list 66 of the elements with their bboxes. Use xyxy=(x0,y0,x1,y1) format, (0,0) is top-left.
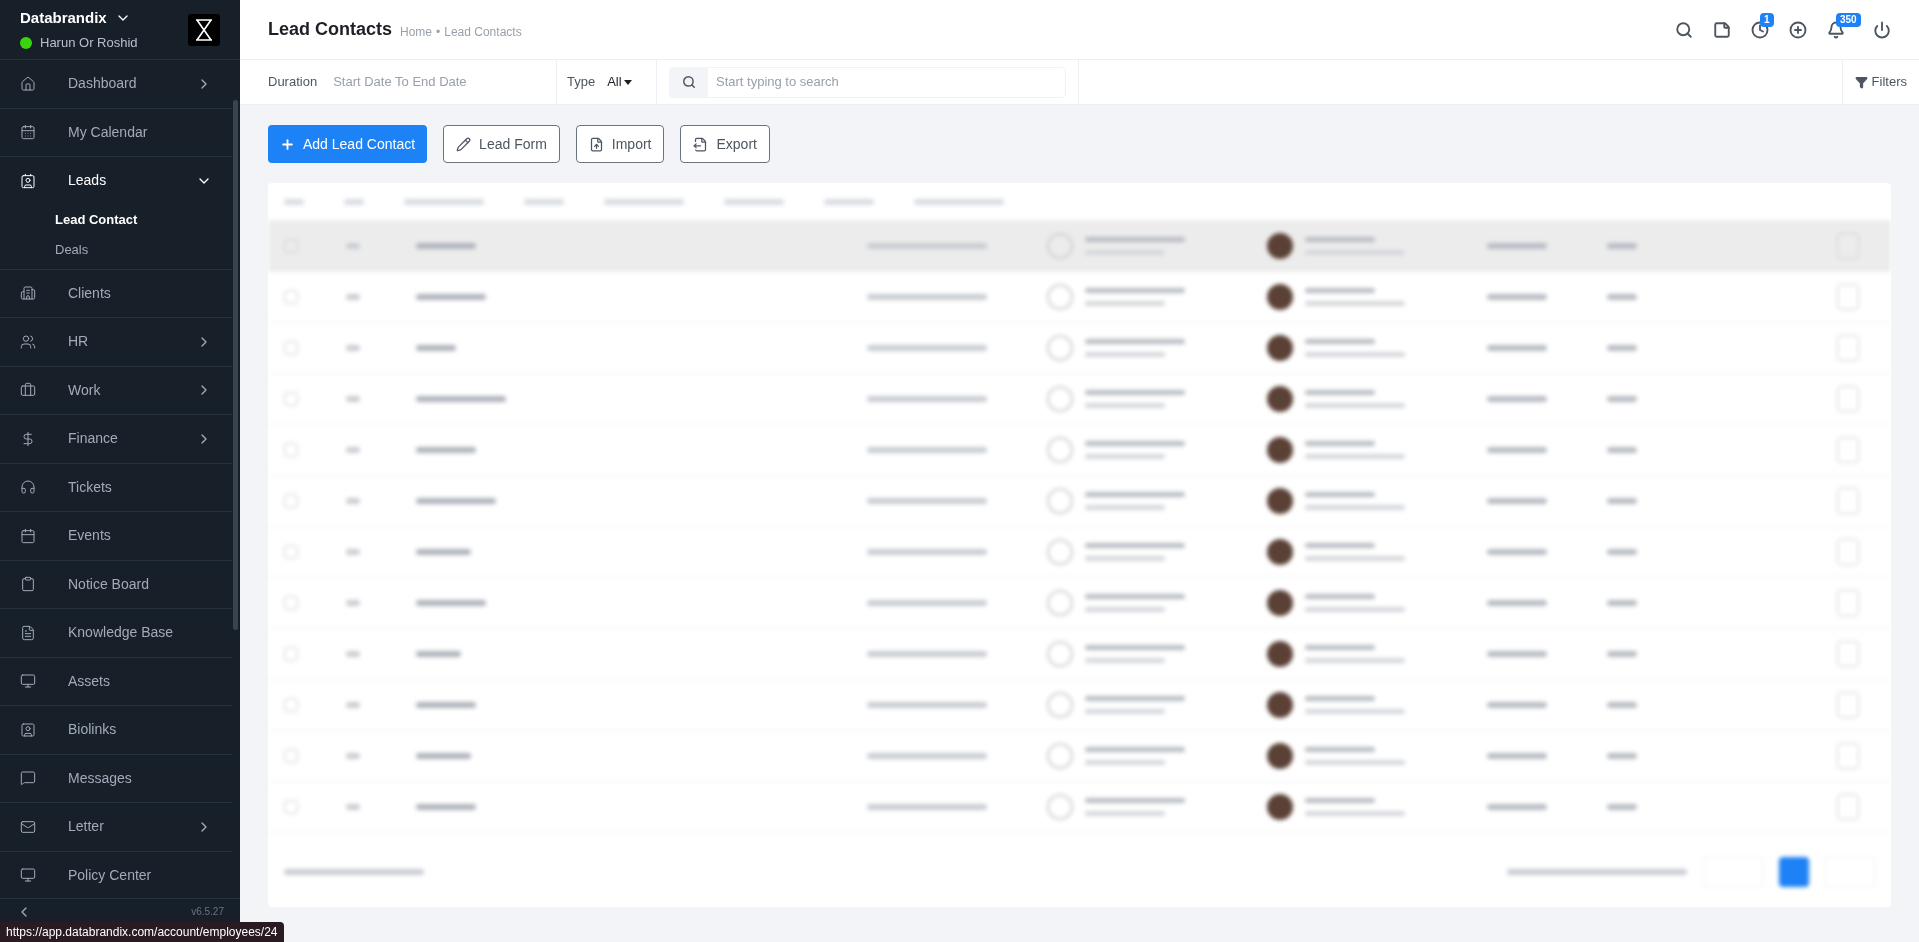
add-icon[interactable] xyxy=(1789,20,1807,39)
sidebar-item[interactable]: Tickets xyxy=(0,463,232,511)
file-export-icon xyxy=(693,136,709,152)
calendar-icon xyxy=(20,527,36,544)
sidebar-item[interactable]: HR xyxy=(0,318,232,366)
scrollbar[interactable] xyxy=(233,100,238,630)
search-icon[interactable] xyxy=(1675,20,1693,39)
sidebar-item[interactable]: Work xyxy=(0,366,232,414)
count-badge: 350 xyxy=(1836,12,1861,27)
sidebar-item[interactable]: Notice Board xyxy=(0,560,232,608)
version-text: v6.5.27 xyxy=(191,905,224,919)
power-icon[interactable] xyxy=(1873,20,1891,39)
mail-icon xyxy=(20,818,36,835)
sticky-note-icon[interactable] xyxy=(1713,20,1731,39)
action-button[interactable]: Lead Form xyxy=(443,125,560,163)
action-button[interactable]: Add Lead Contact xyxy=(268,125,428,163)
sidebar-item[interactable]: Finance xyxy=(0,415,232,463)
breadcrumb-item: Lead Contacts xyxy=(444,24,522,39)
sidebar-subitem[interactable]: Lead Contact xyxy=(0,204,232,235)
count-badge: 1 xyxy=(1760,12,1774,27)
action-button[interactable]: Export xyxy=(680,125,770,163)
company-name[interactable]: Databrandix xyxy=(20,6,107,29)
duration-label: Duration xyxy=(268,73,318,92)
filters-button[interactable]: Filters xyxy=(1854,72,1907,92)
status-url: https://app.databrandix.com/account/employees/24 xyxy=(0,922,284,942)
briefcase-icon xyxy=(20,382,36,399)
sidebar-item[interactable]: Clients xyxy=(0,269,232,317)
monitor-icon xyxy=(20,867,36,884)
sidebar-item[interactable]: Dashboard xyxy=(0,60,232,108)
pencil-icon xyxy=(456,136,472,152)
sidebar-item[interactable]: Leads xyxy=(0,157,232,205)
contact-card-icon xyxy=(20,172,36,189)
sidebar-item[interactable]: Assets xyxy=(0,657,232,705)
sidebar-item[interactable]: Events xyxy=(0,512,232,560)
clipboard-icon xyxy=(20,576,36,593)
search-input[interactable]: Start typing to search xyxy=(708,72,1065,92)
calendar-icon xyxy=(20,124,36,141)
logo-icon xyxy=(188,13,220,46)
type-dropdown[interactable]: All xyxy=(607,72,632,92)
plus-icon xyxy=(280,136,295,152)
document-icon xyxy=(20,624,36,641)
people-icon xyxy=(20,333,36,350)
home-icon xyxy=(20,75,36,92)
dollar-icon xyxy=(20,430,36,447)
message-icon xyxy=(20,770,36,787)
search-field[interactable]: Start typing to search xyxy=(669,66,1066,98)
search-icon xyxy=(682,75,696,89)
monitor-icon xyxy=(20,673,36,690)
sidebar-item[interactable]: Messages xyxy=(0,754,232,802)
sidebar-item[interactable]: Letter xyxy=(0,803,232,851)
filter-icon xyxy=(1854,75,1868,89)
building-icon xyxy=(20,285,36,302)
id-badge-icon xyxy=(20,721,36,738)
date-range-field[interactable]: Start Date To End Date xyxy=(333,72,528,92)
sidebar-item[interactable]: Policy Center xyxy=(0,851,232,898)
breadcrumb-separator: • xyxy=(436,24,441,39)
page-title: Lead Contacts xyxy=(268,18,393,41)
sidebar-item[interactable]: Biolinks xyxy=(0,706,232,754)
type-label: Type xyxy=(567,73,596,92)
action-button[interactable]: Import xyxy=(575,125,665,163)
user-name: Harun Or Roshid xyxy=(40,34,138,52)
file-upload-icon xyxy=(588,136,604,152)
headset-icon xyxy=(20,479,36,496)
sidebar-subitem[interactable]: Deals xyxy=(0,234,232,265)
sidebar-item[interactable]: My Calendar xyxy=(0,108,232,156)
sidebar-item[interactable]: Knowledge Base xyxy=(0,609,232,657)
